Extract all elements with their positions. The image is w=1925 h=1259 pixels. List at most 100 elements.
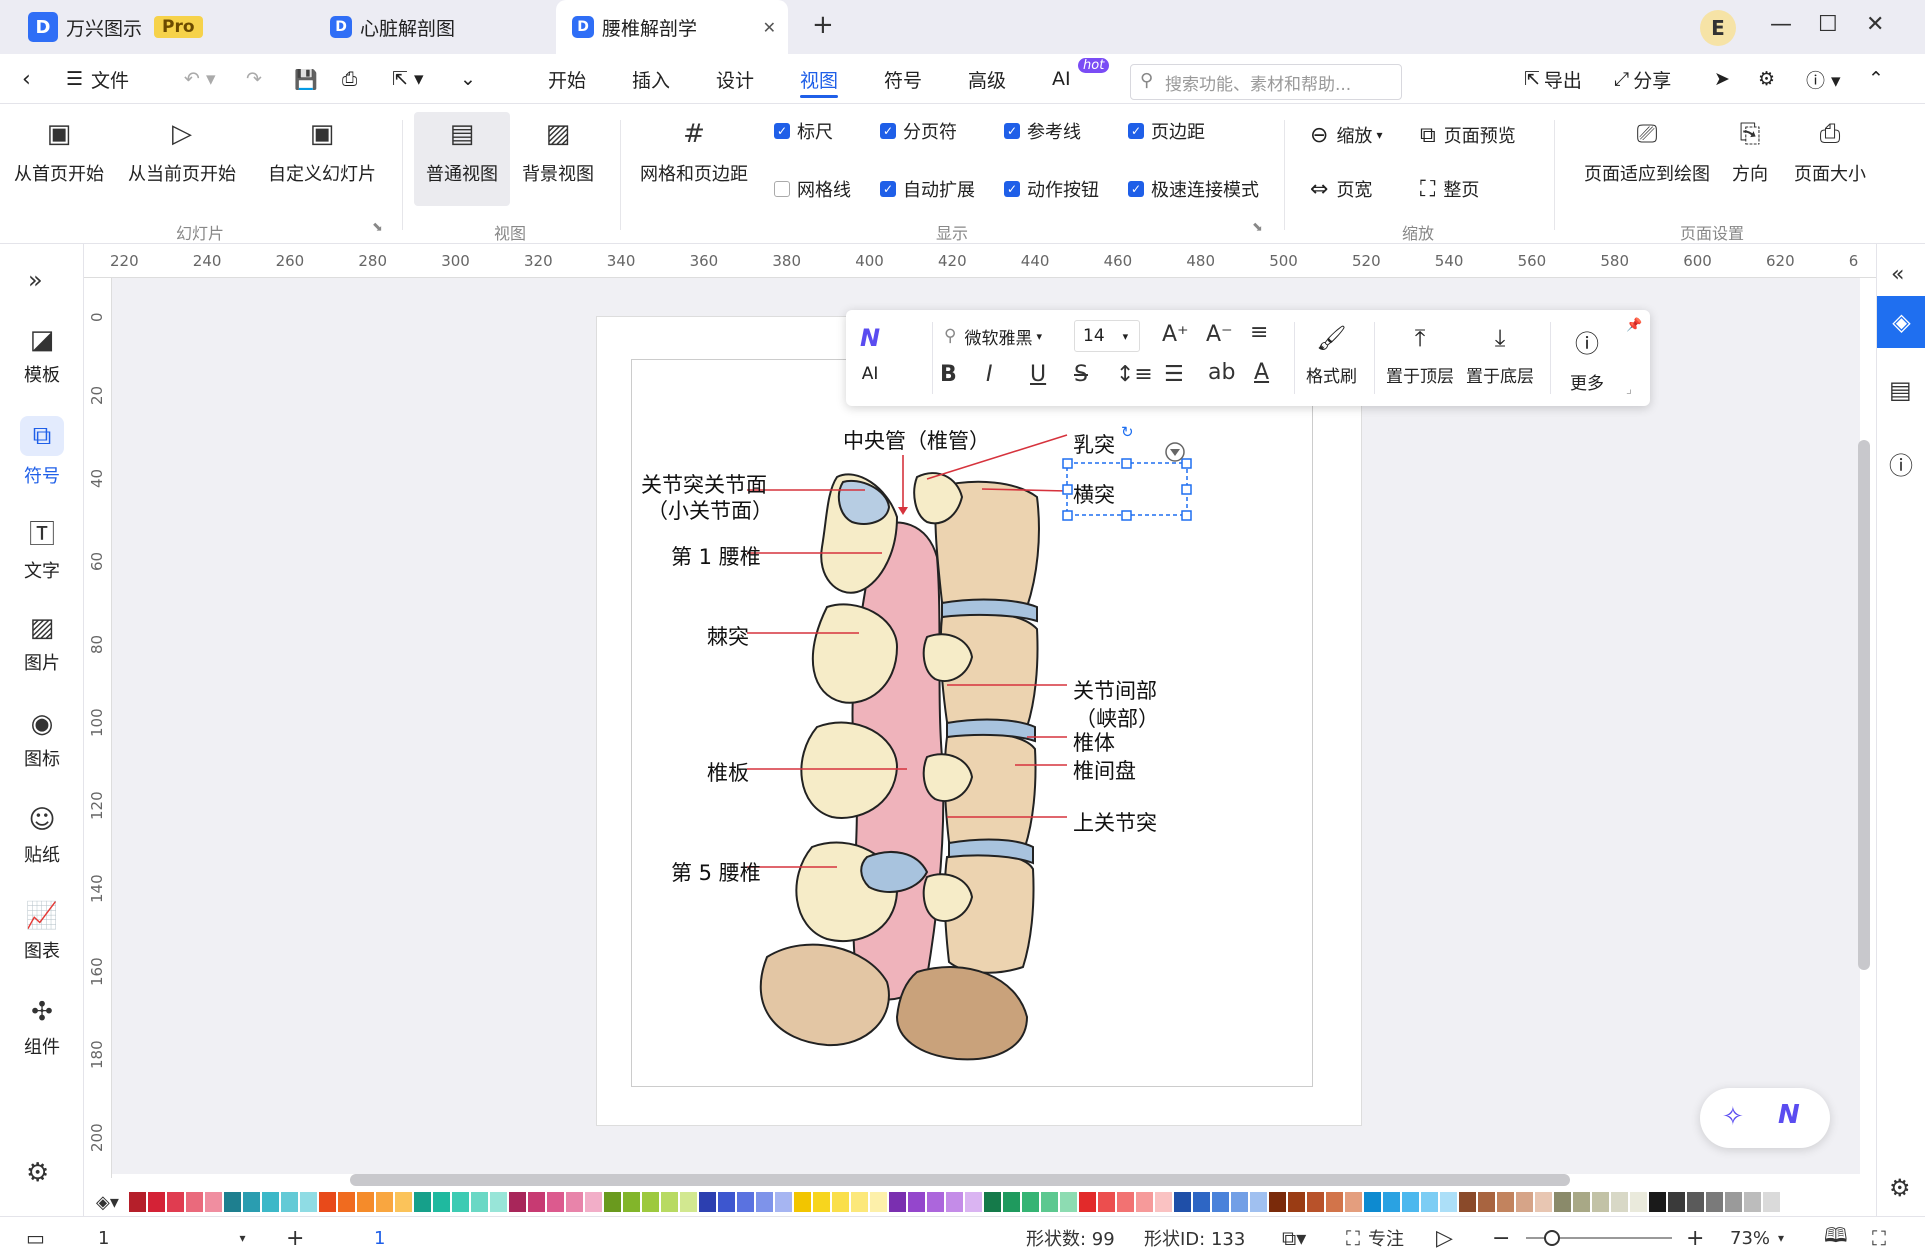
menu-design[interactable]: 设计 bbox=[716, 54, 754, 104]
auto-expand-checkbox[interactable]: ✓ 自动扩展 bbox=[880, 176, 975, 202]
color-swatch[interactable] bbox=[755, 1192, 773, 1212]
export-button[interactable]: ⇱ 导出 bbox=[1524, 54, 1582, 104]
pin-icon[interactable]: 📌 bbox=[1626, 318, 1642, 333]
color-swatch[interactable] bbox=[1211, 1192, 1229, 1212]
color-swatch[interactable] bbox=[1762, 1192, 1780, 1212]
group-expand-icon[interactable]: ⬊ bbox=[1252, 220, 1263, 235]
label-l1[interactable]: 第 1 腰椎 bbox=[671, 541, 761, 571]
color-swatch[interactable] bbox=[1116, 1192, 1134, 1212]
save-icon[interactable]: 💾 bbox=[294, 54, 318, 104]
color-swatch[interactable] bbox=[1059, 1192, 1077, 1212]
file-menu[interactable]: ☰ 文件 bbox=[66, 54, 129, 104]
ruler-checkbox[interactable]: ✓ 标尺 bbox=[774, 118, 833, 144]
bold-icon[interactable]: B bbox=[940, 362, 957, 387]
zoom-slider-handle[interactable] bbox=[1544, 1230, 1560, 1246]
color-swatch[interactable] bbox=[565, 1192, 583, 1212]
format-painter-button[interactable]: 🖌 格式刷 bbox=[1306, 324, 1357, 387]
from-current-button[interactable]: ▷ 从当前页开始 bbox=[128, 116, 236, 186]
color-swatch[interactable] bbox=[1648, 1192, 1666, 1212]
color-swatch[interactable] bbox=[1401, 1192, 1419, 1212]
color-swatch[interactable] bbox=[679, 1192, 697, 1212]
color-swatch[interactable] bbox=[261, 1192, 279, 1212]
color-swatch[interactable] bbox=[337, 1192, 355, 1212]
zoom-in-icon[interactable]: + bbox=[1686, 1217, 1704, 1259]
layers-icon[interactable]: ⧉▾ bbox=[1282, 1217, 1306, 1259]
font-grow-icon[interactable]: A⁺ bbox=[1162, 322, 1189, 347]
settings-icon[interactable]: ⚙ bbox=[26, 1158, 49, 1188]
grid-margin-button[interactable]: # 网格和页边距 bbox=[640, 116, 748, 186]
magic-wand-icon[interactable]: ✧ bbox=[1722, 1102, 1744, 1132]
color-swatch[interactable] bbox=[584, 1192, 602, 1212]
whole-page-button[interactable]: ⛶ 整页 bbox=[1420, 176, 1479, 202]
color-swatch[interactable] bbox=[793, 1192, 811, 1212]
label-body[interactable]: 椎体 bbox=[1073, 727, 1115, 757]
bring-to-front-button[interactable]: ⤒ 置于顶层 bbox=[1386, 324, 1454, 387]
color-swatch[interactable] bbox=[736, 1192, 754, 1212]
more-button[interactable]: ⓘ 更多 bbox=[1570, 324, 1604, 394]
color-swatch[interactable] bbox=[812, 1192, 830, 1212]
color-swatch[interactable] bbox=[1420, 1192, 1438, 1212]
color-swatch[interactable] bbox=[1553, 1192, 1571, 1212]
color-swatch[interactable] bbox=[1230, 1192, 1248, 1212]
color-swatch[interactable] bbox=[1591, 1192, 1609, 1212]
action-buttons-checkbox[interactable]: ✓ 动作按钮 bbox=[1004, 176, 1099, 202]
color-swatch[interactable] bbox=[356, 1192, 374, 1212]
label-mastoid[interactable]: 乳突 bbox=[1073, 429, 1115, 459]
color-swatch[interactable] bbox=[489, 1192, 507, 1212]
color-swatch[interactable] bbox=[1325, 1192, 1343, 1212]
ai-assistant-bubble[interactable]: ✧ N bbox=[1700, 1088, 1830, 1148]
color-swatch[interactable] bbox=[147, 1192, 165, 1212]
color-swatch[interactable] bbox=[1021, 1192, 1039, 1212]
color-swatch[interactable] bbox=[964, 1192, 982, 1212]
color-swatch[interactable] bbox=[166, 1192, 184, 1212]
label-l5[interactable]: 第 5 腰椎 bbox=[671, 857, 761, 887]
color-swatch[interactable] bbox=[280, 1192, 298, 1212]
menu-ai[interactable]: AI hot bbox=[1052, 54, 1110, 104]
sidebar-item-image[interactable]: ▨ 图片 bbox=[8, 602, 76, 686]
fill-bucket-icon[interactable]: ◈▾ bbox=[96, 1192, 119, 1213]
zoom-out-icon[interactable]: − bbox=[1492, 1217, 1510, 1259]
undo-icon[interactable]: ↶ ▾ bbox=[184, 54, 216, 104]
gridlines-checkbox[interactable]: 网格线 bbox=[774, 176, 851, 202]
color-swatch[interactable] bbox=[128, 1192, 146, 1212]
collapse-panel-icon[interactable]: « bbox=[1891, 262, 1904, 287]
guides-checkbox[interactable]: ✓ 参考线 bbox=[1004, 118, 1081, 144]
fast-connect-checkbox[interactable]: ✓ 极速连接模式 bbox=[1128, 176, 1259, 202]
strikethrough-icon[interactable]: S bbox=[1074, 362, 1088, 387]
color-swatch[interactable] bbox=[527, 1192, 545, 1212]
tab-heart[interactable]: D 心脏解剖图 bbox=[330, 0, 530, 54]
direction-button[interactable]: ⎘ 方向 bbox=[1732, 116, 1768, 186]
new-tab-button[interactable]: + bbox=[812, 10, 834, 40]
help-icon[interactable]: ⓘ ▾ bbox=[1806, 54, 1841, 104]
color-swatch[interactable] bbox=[831, 1192, 849, 1212]
page-size-button[interactable]: ⎙ 页面大小 bbox=[1794, 116, 1866, 186]
color-swatch[interactable] bbox=[1705, 1192, 1723, 1212]
custom-slideshow-button[interactable]: ▣ 自定义幻灯片 bbox=[268, 116, 376, 186]
zoom-level-select[interactable]: 73% ▾ bbox=[1730, 1217, 1784, 1259]
color-swatch[interactable] bbox=[1135, 1192, 1153, 1212]
ai-format-button[interactable]: N AI bbox=[860, 324, 880, 384]
color-swatch[interactable] bbox=[1287, 1192, 1305, 1212]
maximize-icon[interactable]: ☐ bbox=[1818, 12, 1838, 37]
color-swatch[interactable] bbox=[394, 1192, 412, 1212]
color-swatch[interactable] bbox=[1344, 1192, 1362, 1212]
color-swatch[interactable] bbox=[432, 1192, 450, 1212]
more-quick-icon[interactable]: ⌄ bbox=[460, 54, 476, 104]
menu-symbol[interactable]: 符号 bbox=[884, 54, 922, 104]
redo-icon[interactable]: ↷ bbox=[246, 54, 262, 104]
label-superior-facet[interactable]: 上关节突 bbox=[1073, 807, 1157, 837]
horizontal-scrollbar[interactable] bbox=[350, 1174, 1570, 1186]
color-swatch[interactable] bbox=[1743, 1192, 1761, 1212]
color-swatch[interactable] bbox=[1724, 1192, 1742, 1212]
color-swatch[interactable] bbox=[660, 1192, 678, 1212]
line-spacing-icon[interactable]: ↕≡ bbox=[1116, 362, 1153, 387]
bullet-list-icon[interactable]: ☰ bbox=[1164, 362, 1184, 387]
color-swatch[interactable] bbox=[204, 1192, 222, 1212]
italic-icon[interactable]: I bbox=[986, 362, 993, 387]
fit-screen-icon[interactable]: ⛶ bbox=[1872, 1217, 1886, 1259]
sidebar-item-icon[interactable]: ◉ 图标 bbox=[8, 698, 76, 782]
sidebar-item-chart[interactable]: 📈 图表 bbox=[8, 890, 76, 974]
color-swatch[interactable] bbox=[1610, 1192, 1628, 1212]
color-swatch[interactable] bbox=[869, 1192, 887, 1212]
text-case-icon[interactable]: ab bbox=[1208, 360, 1235, 385]
